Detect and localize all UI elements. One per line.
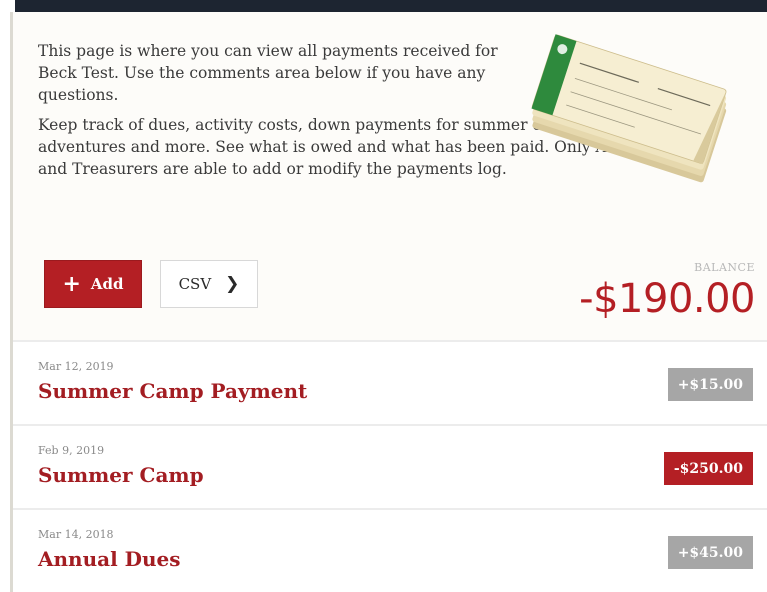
plus-icon: + bbox=[62, 271, 81, 297]
payment-amount-badge: +$15.00 bbox=[667, 368, 753, 401]
payments-list: Mar 12, 2019 Summer Camp Payment +$15.00… bbox=[13, 340, 767, 592]
payment-date: Mar 12, 2019 bbox=[38, 360, 114, 373]
payment-row[interactable]: Feb 9, 2019 Summer Camp -$250.00 bbox=[13, 424, 767, 508]
payment-date: Feb 9, 2019 bbox=[38, 444, 105, 457]
add-payment-button[interactable]: + Add bbox=[44, 260, 142, 308]
payment-amount-badge: -$250.00 bbox=[663, 452, 753, 485]
intro-paragraph-1: This page is where you can view all paym… bbox=[38, 42, 498, 104]
csv-button-label: CSV bbox=[178, 275, 212, 293]
checkbook-icon bbox=[531, 34, 727, 183]
payment-title[interactable]: Summer Camp Payment bbox=[38, 379, 307, 403]
header-bar bbox=[15, 0, 767, 12]
add-button-label: Add bbox=[90, 275, 124, 293]
payment-title[interactable]: Annual Dues bbox=[38, 547, 181, 571]
balance-label: BALANCE bbox=[694, 261, 755, 274]
payment-row[interactable]: Mar 12, 2019 Summer Camp Payment +$15.00 bbox=[13, 340, 767, 424]
payment-row[interactable]: Mar 14, 2018 Annual Dues +$45.00 bbox=[13, 508, 767, 592]
csv-export-button[interactable]: CSV ❯ bbox=[160, 260, 258, 308]
chevron-right-icon: ❯ bbox=[225, 274, 240, 294]
balance-value: -$190.00 bbox=[579, 276, 755, 322]
payment-title[interactable]: Summer Camp bbox=[38, 463, 204, 487]
payment-amount-badge: +$45.00 bbox=[667, 536, 753, 569]
payment-date: Mar 14, 2018 bbox=[38, 528, 114, 541]
